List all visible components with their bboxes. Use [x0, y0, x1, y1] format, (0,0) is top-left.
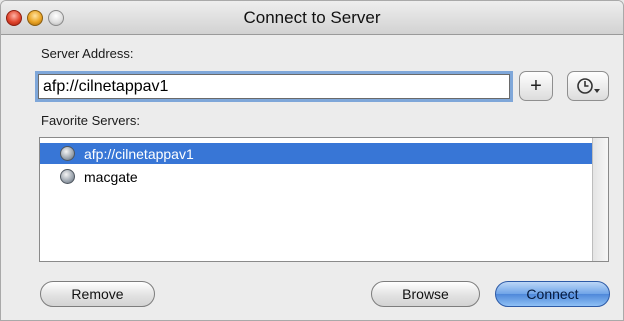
- title-bar[interactable]: Connect to Server: [1, 1, 623, 35]
- server-globe-icon: [60, 146, 75, 161]
- favorite-servers-label: Favorite Servers:: [41, 113, 140, 128]
- remove-button[interactable]: Remove: [40, 281, 155, 307]
- favorite-servers-list[interactable]: afp://cilnetappav1 macgate: [39, 137, 609, 262]
- server-address-input[interactable]: [38, 74, 510, 99]
- connect-button-label: Connect: [526, 286, 579, 302]
- window-title: Connect to Server: [243, 8, 381, 27]
- plus-label: +: [530, 74, 542, 97]
- add-to-favorites-button[interactable]: +: [519, 71, 553, 101]
- list-item-macgate[interactable]: macgate: [40, 166, 592, 187]
- minimize-window-button[interactable]: [27, 10, 43, 26]
- server-address-label: Server Address:: [41, 46, 134, 61]
- server-globe-icon: [60, 169, 75, 184]
- list-item-label: macgate: [84, 168, 138, 185]
- list-item-label: afp://cilnetappav1: [84, 145, 194, 162]
- close-window-button[interactable]: [6, 10, 22, 26]
- recent-servers-button[interactable]: [567, 71, 609, 101]
- browse-button-label: Browse: [402, 286, 449, 302]
- connect-button[interactable]: Connect: [495, 281, 610, 307]
- remove-button-label: Remove: [71, 286, 124, 302]
- clock-dropdown-icon: [577, 78, 600, 94]
- list-scrollbar[interactable]: [592, 138, 608, 261]
- browse-button[interactable]: Browse: [371, 281, 480, 307]
- zoom-window-button[interactable]: [48, 10, 64, 26]
- list-item-afp-cilnetappav1[interactable]: afp://cilnetappav1: [40, 143, 592, 164]
- connect-to-server-window: Connect to Server Server Address: + Favo…: [0, 0, 624, 321]
